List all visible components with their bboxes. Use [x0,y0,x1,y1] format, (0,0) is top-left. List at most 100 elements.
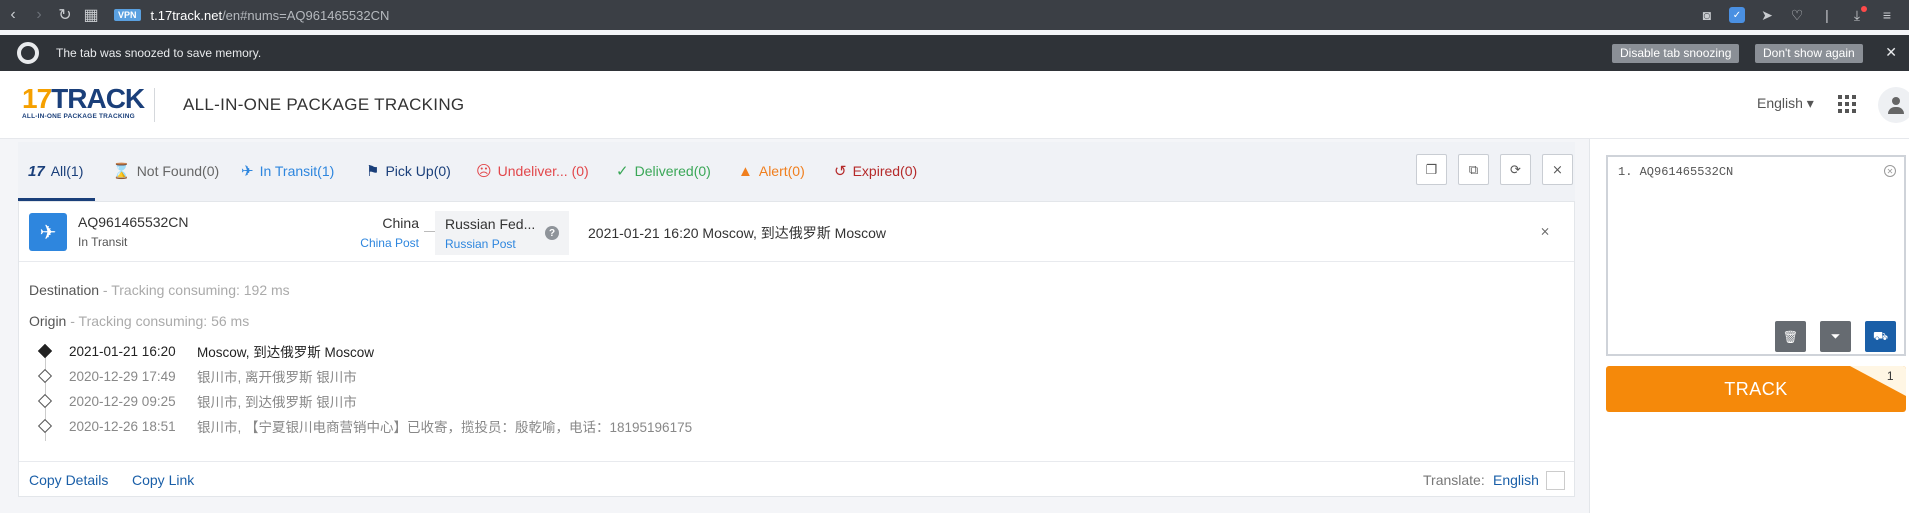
address-bar[interactable]: t.17track.net/en#nums=AQ961465532CN [151,8,390,23]
tab-pick-up[interactable]: ⚑ Pick Up(0) [366,159,451,183]
tab-not-found[interactable]: ⌛ Not Found(0) [112,159,219,183]
disable-snoozing-button[interactable]: Disable tab snoozing [1612,44,1740,63]
destination-carrier-link[interactable]: Russian Post [445,237,516,251]
warning-icon: ▲ [738,162,753,180]
timeline-event: 2020-12-26 18:51 银川市, 【宁夏银川电商营销中心】已收寄，揽投… [37,416,692,436]
browser-toolbar: ‹ › ↻ ▦ VPN t.17track.net/en#nums=AQ9614… [0,0,1909,30]
destination-box: Russian Fed... Russian Post ? [435,211,569,255]
origin-country: China [382,215,419,231]
tab-undelivered[interactable]: ☹ Undeliver... (0) [476,159,589,183]
tracking-input-sidebar: ✕ 🗑 ⏷ ⛟ TRACK 1 [1589,139,1909,513]
check-icon: ✓ [616,163,629,180]
tab-alert[interactable]: ▲ Alert(0) [738,159,805,183]
translate-checkbox[interactable] [1546,471,1565,490]
status-tabs: 17 All(1) ⌛ Not Found(0) ✈ In Transit(1) ⚑ P… [18,142,1575,201]
copy-link-link[interactable]: Copy Link [132,472,194,488]
logo-tagline: ALL-IN-ONE PACKAGE TRACKING [22,112,135,120]
opera-logo-icon [17,42,39,64]
package-summary-row[interactable]: ✈ AQ961465532CN In Transit China China P… [19,202,1574,262]
help-icon[interactable]: ? [545,226,559,240]
count-corner [1850,366,1906,396]
tab-expired[interactable]: ↺ Expired(0) [834,159,917,183]
collapse-icon: ⨯ [1552,161,1563,177]
sad-face-icon: ☹ [476,163,492,180]
truck-icon: ⛟ [1872,328,1889,343]
collapse-all-button[interactable]: ⨯ [1542,154,1573,185]
send-icon[interactable]: ➤ [1759,7,1775,23]
menu-icon[interactable]: ≡ [1879,7,1895,23]
card-footer: Copy Details Copy Link Translate: Englis… [19,461,1574,497]
event-icon [37,418,53,434]
forward-icon[interactable]: › [26,0,52,30]
filter-icon: ⏷ [1830,329,1841,343]
camera-icon[interactable]: ◙ [1699,7,1715,23]
destination-country: Russian Fed... [445,216,536,232]
timeline-event: 2020-12-29 09:25 银川市, 到达俄罗斯 银川市 [37,391,357,411]
translate-language-select[interactable]: English [1493,472,1539,488]
origin-label: Origin [29,313,67,329]
snooze-message: The tab was snoozed to save memory. [56,46,262,60]
translate-label: Translate: [1423,472,1485,488]
timeline-event: 2021-01-21 16:20 Moscow, 到达俄罗斯 Moscow [37,341,374,361]
url-host: t.17track.net [150,7,223,23]
destination-meta: Destination - Tracking consuming: 192 ms [29,282,290,298]
in-transit-plane-icon: ✈ [29,213,67,251]
download-icon[interactable]: ⤓ [1849,6,1867,23]
current-event-icon [37,343,53,359]
copy-icon: ❐ [1425,161,1438,177]
timeline-event: 2020-12-29 17:49 银川市, 离开俄罗斯 银川市 [37,366,357,386]
hourglass-icon: ⌛ [112,163,131,180]
page-title: ALL-IN-ONE PACKAGE TRACKING [183,94,465,114]
snooze-notification: The tab was snoozed to save memory. Disa… [0,35,1909,71]
history-icon: ↺ [834,163,847,180]
language-select[interactable]: English ▾ [1757,95,1814,112]
apps-icon[interactable] [1838,95,1856,113]
delete-button[interactable]: 🗑 [1775,321,1806,352]
track-count-badge: 1 [1886,369,1894,383]
logo[interactable]: 17TRACK ALL-IN-ONE PACKAGE TRACKING [22,84,152,125]
copy-button[interactable]: ❐ [1416,154,1447,185]
tab-in-transit[interactable]: ✈ In Transit(1) [241,159,334,183]
refresh-icon: ⟳ [1510,161,1521,177]
tab-all[interactable]: 17 All(1) [28,159,83,183]
event-icon [37,393,53,409]
17-icon: 17 [28,162,45,180]
plane-icon: ✈ [241,163,254,180]
copy-all-button[interactable]: ⧉ [1458,154,1489,185]
destination-label: Destination [29,282,100,298]
tabs-grid-icon[interactable]: ▦ [78,0,104,30]
divider: | [1825,7,1829,23]
dont-show-again-button[interactable]: Don't show again [1755,44,1863,63]
shield-icon[interactable]: ✓ [1729,7,1745,23]
close-icon[interactable]: ✕ [1885,44,1897,61]
carrier-button[interactable]: ⛟ [1865,321,1896,352]
avatar[interactable] [1878,87,1909,123]
tracking-number-input[interactable] [1608,157,1904,354]
refresh-button[interactable]: ⟳ [1500,154,1531,185]
results-panel: 17 All(1) ⌛ Not Found(0) ✈ In Transit(1) ⚑ P… [18,142,1575,497]
reload-icon[interactable]: ↻ [52,0,78,30]
latest-event: 2021-01-21 16:20 Moscow, 到达俄罗斯 Moscow [588,225,887,241]
copy-all-icon: ⧉ [1468,161,1479,177]
tracking-number-input-box: ✕ 🗑 ⏷ ⛟ [1606,155,1906,356]
filter-button[interactable]: ⏷ [1820,321,1851,352]
destination-timing: - Tracking consuming: 192 ms [99,282,290,298]
browser-actions: ◙ ✓ ➤ ♡ | ⤓ ≡ [1699,0,1895,30]
back-icon[interactable]: ‹ [0,0,26,30]
origin-timing: - Tracking consuming: 56 ms [66,313,250,329]
tab-delivered[interactable]: ✓ Delivered(0) [616,159,711,183]
vpn-badge[interactable]: VPN [114,9,141,21]
site-header: 17TRACK ALL-IN-ONE PACKAGE TRACKING ALL-… [0,71,1909,139]
package-card: ✈ AQ961465532CN In Transit China China P… [18,201,1575,497]
copy-details-link[interactable]: Copy Details [29,472,108,488]
flag-icon: ⚑ [366,163,380,180]
track-button[interactable]: TRACK 1 [1606,366,1906,412]
event-icon [37,368,53,384]
heart-icon[interactable]: ♡ [1789,7,1805,23]
clear-icon[interactable]: ✕ [1884,165,1896,177]
collapse-chevron-icon[interactable]: ⨯ [1540,224,1550,238]
tracking-number[interactable]: AQ961465532CN [78,214,189,230]
origin-meta: Origin - Tracking consuming: 56 ms [29,313,249,329]
package-status: In Transit [78,235,128,249]
origin-carrier-link[interactable]: China Post [319,236,419,250]
